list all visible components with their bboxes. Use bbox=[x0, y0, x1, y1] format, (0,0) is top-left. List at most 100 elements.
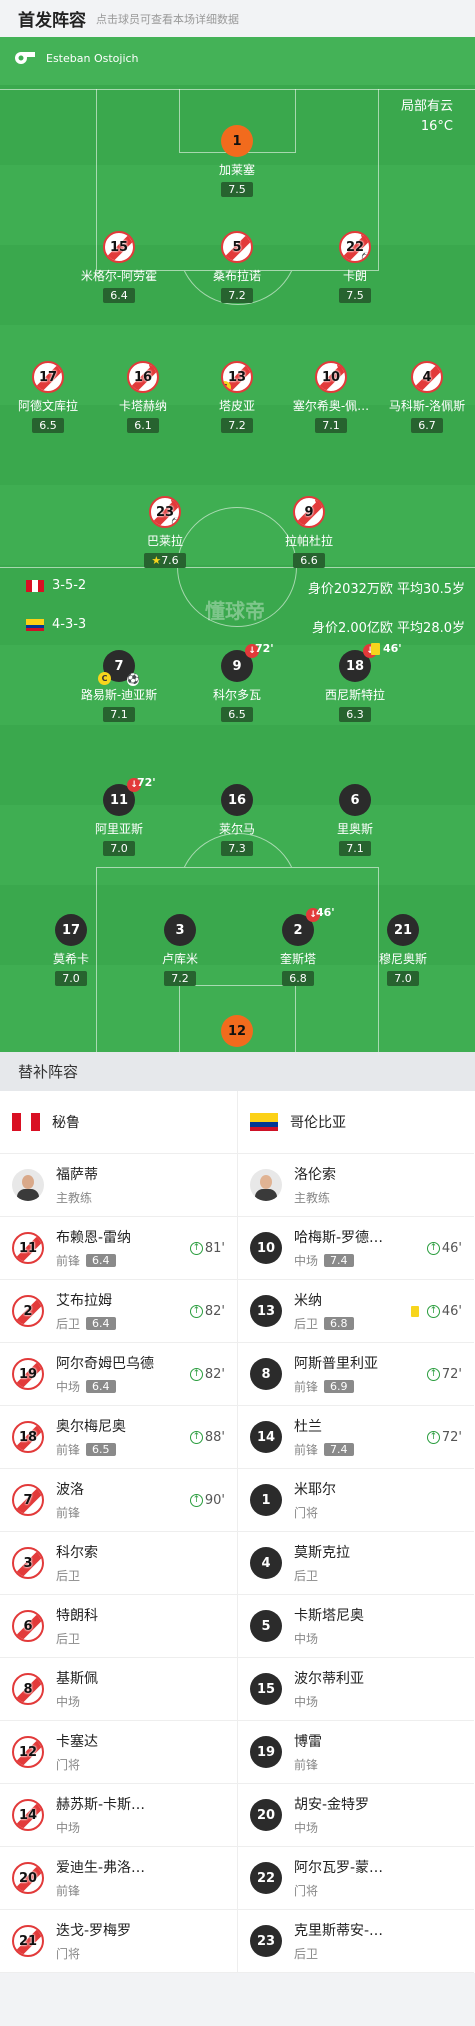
jersey-number: 13 bbox=[250, 1295, 282, 1327]
colombia-coach[interactable]: 洛伦索 主教练 bbox=[238, 1154, 474, 1217]
player-co-3[interactable]: 3 卢库米 7.2 bbox=[120, 914, 240, 986]
jersey-number: 7 C ⚽ bbox=[98, 650, 139, 686]
jersey-number: 22 bbox=[250, 1862, 282, 1894]
bench-player-20[interactable]: 20 胡安-金特罗 中场 bbox=[238, 1784, 474, 1847]
colombia-flag-icon bbox=[250, 1113, 278, 1131]
player-pe-22[interactable]: 22↓82'⚽ 卡朗 7.5 bbox=[295, 231, 415, 303]
sub-in-icon: ↑ bbox=[426, 1242, 440, 1255]
sub-in: ↑ 46' bbox=[410, 1304, 462, 1319]
bench-player-2[interactable]: 2 艾布拉姆 后卫 6.4 ↑ 82' bbox=[0, 1280, 237, 1343]
col-team-info: 4-3-3 bbox=[26, 617, 86, 632]
bench-player-name: 迭戈-罗梅罗 bbox=[56, 1923, 132, 1939]
bench-player-7[interactable]: 7 波洛 前锋 ↑ 90' bbox=[0, 1469, 237, 1532]
player-co-6[interactable]: 6 里奥斯 7.1 bbox=[295, 784, 415, 856]
bench-player-name: 基斯佩 bbox=[56, 1671, 98, 1687]
peru-coach[interactable]: 福萨蒂 主教练 bbox=[0, 1154, 237, 1217]
bench-player-pos: 前锋 bbox=[294, 1758, 319, 1772]
player-co-7[interactable]: 7 C ⚽ 路易斯-迪亚斯 7.1 bbox=[59, 650, 179, 722]
bench-player-pos: 中场 7.4 bbox=[294, 1252, 383, 1269]
player-co-2[interactable]: 2 ↓ 46' 奎斯塔 6.8 bbox=[238, 906, 358, 986]
player-rating: 6.8 bbox=[282, 971, 314, 986]
player-pe-15[interactable]: 15 米格尔-阿劳霍 6.4 bbox=[59, 231, 179, 303]
player-rating: 7.0 bbox=[103, 841, 135, 856]
bench-player-pos: 前锋 6.4 bbox=[56, 1252, 131, 1269]
player-rating: 7.2 bbox=[164, 971, 196, 986]
sub-in: ↑ 82' bbox=[189, 1304, 225, 1319]
jersey-number: 17 bbox=[55, 914, 87, 946]
jersey-number: 20 bbox=[12, 1862, 44, 1894]
goal-icon: ⚽ bbox=[171, 518, 179, 526]
jersey-number: 19 bbox=[12, 1358, 44, 1390]
sub-in-icon: ↑ bbox=[189, 1494, 203, 1507]
bench-player-pos: 门将 bbox=[56, 1947, 81, 1961]
bench-player-8[interactable]: 8 阿斯普里利亚 前锋 6.9 ↑ 72' bbox=[238, 1343, 474, 1406]
player-rating: 7.1 bbox=[103, 707, 135, 722]
jersey-number: 9↓81' bbox=[293, 496, 325, 528]
jersey-number: 14 bbox=[12, 1799, 44, 1831]
sub-in: ↑ 88' bbox=[189, 1430, 225, 1445]
player-name: 米格尔-阿劳霍 bbox=[80, 269, 158, 283]
bench-player-11[interactable]: 11 布赖恩-雷纳 前锋 6.4 ↑ 81' bbox=[0, 1217, 237, 1280]
bench-player-21[interactable]: 21 迭戈-罗梅罗 门将 bbox=[0, 1910, 237, 1973]
player-co-17[interactable]: 17 莫希卡 7.0 bbox=[11, 914, 131, 986]
player-pe-4[interactable]: 4 马科斯-洛佩斯 6.7 bbox=[367, 361, 475, 433]
bench-player-19[interactable]: 19 博雷前锋 bbox=[238, 1721, 474, 1784]
bench-rating: 7.4 bbox=[324, 1254, 354, 1267]
yellow-card-icon bbox=[410, 1306, 419, 1317]
player-co-9[interactable]: 9 ↓ 72' 科尔多瓦 6.5 bbox=[177, 642, 297, 722]
bench-player-8[interactable]: 8 基斯佩 中场 bbox=[0, 1658, 237, 1721]
player-pe-9[interactable]: 9↓81' 拉帕杜拉 6.6 bbox=[249, 496, 369, 568]
bench-player-5[interactable]: 5 卡斯塔尼奥 中场 bbox=[238, 1595, 474, 1658]
bench-player-name: 哈梅斯-罗德… bbox=[294, 1230, 384, 1246]
bench-rating: 6.4 bbox=[86, 1317, 116, 1330]
jersey-number: 7 bbox=[12, 1484, 44, 1516]
jersey-number: 15 bbox=[103, 231, 135, 263]
player-co-18[interactable]: 18 ↓ 46' 西尼斯特拉 6.3 bbox=[295, 642, 415, 722]
player-co-11[interactable]: 11 ↓ 72' 阿里亚斯 7.0 bbox=[59, 776, 179, 856]
bench-player-1[interactable]: 1 米耶尔 门将 bbox=[238, 1469, 474, 1532]
bench-player-23[interactable]: 23 克里斯蒂安-… 后卫 bbox=[238, 1910, 474, 1973]
bench-player-pos: 门将 bbox=[294, 1884, 319, 1898]
jersey-number: 14 bbox=[250, 1421, 282, 1453]
bench-player-pos: 前锋 6.9 bbox=[294, 1378, 378, 1395]
bench-player-6[interactable]: 6 特朗科 后卫 bbox=[0, 1595, 237, 1658]
bench-player-14[interactable]: 14 赫苏斯-卡斯… 中场 bbox=[0, 1784, 237, 1847]
referee: Esteban Ostojich bbox=[14, 51, 139, 65]
yellow-card-icon bbox=[371, 643, 380, 655]
bench-player-pos: 后卫 bbox=[56, 1569, 81, 1583]
player-co-21[interactable]: 21 穆尼奥斯 7.0 bbox=[343, 914, 463, 986]
player-rating: 7.5 bbox=[339, 288, 371, 303]
bench-player-10[interactable]: 10 哈梅斯-罗德… 中场 7.4 ↑ 46' bbox=[238, 1217, 474, 1280]
bench-player-name: 波尔蒂利亚 bbox=[294, 1671, 364, 1687]
jersey-number: 9 ↓ 72' bbox=[221, 642, 274, 682]
col-formation: 4-3-3 bbox=[52, 617, 87, 632]
bench-player-12[interactable]: 12 卡塞达 门将 bbox=[0, 1721, 237, 1784]
bench-player-15[interactable]: 15 波尔蒂利亚 中场 bbox=[238, 1658, 474, 1721]
bench-rating: 6.5 bbox=[86, 1443, 116, 1456]
player-rating: 7.0 bbox=[387, 971, 419, 986]
bench-player-19[interactable]: 19 阿尔奇姆巴乌德 中场 6.4 ↑ 82' bbox=[0, 1343, 237, 1406]
jersey-number: 19 bbox=[250, 1736, 282, 1768]
watermark: 懂球帝 bbox=[205, 599, 265, 623]
player-pe-5[interactable]: 5 桑布拉诺 7.2 bbox=[177, 231, 297, 303]
bench-player-name: 博雷 bbox=[294, 1734, 322, 1750]
player-co-16[interactable]: 16 莱尔马 7.3 bbox=[177, 784, 297, 856]
bench-player-13[interactable]: 13 米纳 后卫 6.8 ↑ 46' bbox=[238, 1280, 474, 1343]
bench: 秘鲁 福萨蒂 主教练 11 布赖恩-雷纳 前锋 6.4 ↑ 81' 2 艾布拉姆 后卫 6.4 ↑ 82… bbox=[0, 1091, 475, 1973]
player-co-12[interactable]: 12卡米洛-巴尔…7.0 bbox=[177, 1015, 297, 1052]
bench-player-pos: 后卫 bbox=[294, 1569, 319, 1583]
bench-player-name: 艾布拉姆 bbox=[56, 1293, 112, 1309]
bench-player-name: 克里斯蒂安-… bbox=[294, 1923, 384, 1939]
bench-player-4[interactable]: 4 莫斯克拉 后卫 bbox=[238, 1532, 474, 1595]
bench-player-name: 阿斯普里利亚 bbox=[294, 1356, 378, 1372]
player-pe-23[interactable]: 23↓88'⚽ 巴莱拉 ★7.6 bbox=[105, 496, 225, 568]
bench-player-22[interactable]: 22 阿尔瓦罗-蒙… 门将 bbox=[238, 1847, 474, 1910]
goal-icon: ⚽ bbox=[127, 674, 140, 686]
jersey-number: 15 bbox=[250, 1673, 282, 1705]
player-pe-1[interactable]: 1 加莱塞 7.5 bbox=[177, 125, 297, 197]
bench-player-3[interactable]: 3 科尔索 后卫 bbox=[0, 1532, 237, 1595]
bench-player-20[interactable]: 20 爱迪生-弗洛… 前锋 bbox=[0, 1847, 237, 1910]
bench-player-name: 奥尔梅尼奥 bbox=[56, 1419, 126, 1435]
bench-player-14[interactable]: 14 杜兰 前锋 7.4 ↑ 72' bbox=[238, 1406, 474, 1469]
bench-player-18[interactable]: 18 奥尔梅尼奥 前锋 6.5 ↑ 88' bbox=[0, 1406, 237, 1469]
